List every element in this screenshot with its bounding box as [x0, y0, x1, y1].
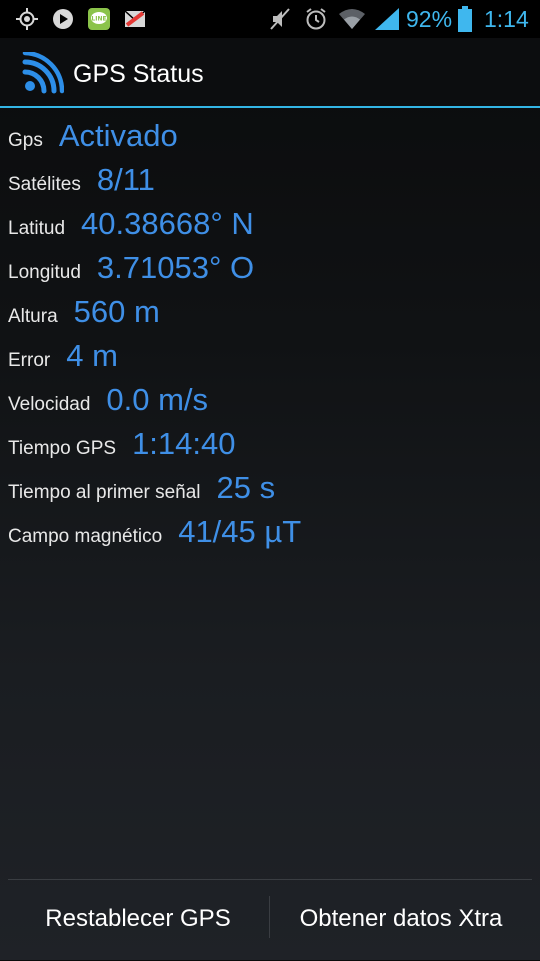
app-logo-icon: [22, 50, 65, 94]
get-xtra-data-button[interactable]: Obtener datos Xtra: [270, 880, 532, 958]
status-bar: LINE 92% 1:14: [0, 0, 540, 38]
speed-label: Velocidad: [8, 394, 91, 415]
error-value: 4 m: [66, 338, 118, 373]
satellites-label: Satélites: [8, 174, 81, 195]
row-time-to-first-fix: Tiempo al primer señal 25 s: [8, 470, 301, 514]
row-gps: Gps Activado: [8, 118, 301, 162]
row-altitude: Altura 560 m: [8, 294, 301, 338]
longitude-value: 3.71053° O: [96, 250, 255, 285]
row-latitude: Latitud 40.38668° N: [8, 206, 301, 250]
gps-time-label: Tiempo GPS: [8, 438, 117, 459]
row-longitude: Longitud 3.71053° O: [8, 250, 301, 294]
latitude-label: Latitud: [8, 218, 66, 239]
app-notification-icon: [50, 6, 76, 32]
wifi-icon: [337, 6, 367, 32]
longitude-label: Longitud: [8, 262, 81, 283]
magnetic-field-label: Campo magnético: [8, 526, 163, 547]
button-bar: Restablecer GPS Obtener datos Xtra: [8, 879, 532, 961]
signal-icon: [373, 6, 401, 32]
satellites-value: 8/11: [96, 162, 155, 197]
mail-icon: [122, 6, 148, 32]
svg-text:LINE: LINE: [91, 16, 106, 23]
app-title: GPS Status: [73, 60, 204, 88]
altitude-value: 560 m: [73, 294, 160, 329]
row-magnetic-field: Campo magnético 41/45 µT: [8, 514, 301, 558]
line-icon: LINE: [86, 6, 112, 32]
gps-icon: [14, 6, 40, 32]
row-gps-time: Tiempo GPS 1:14:40: [8, 426, 301, 470]
gps-time-value: 1:14:40: [132, 426, 236, 461]
time-to-first-fix-value: 25 s: [216, 470, 276, 505]
gps-info-list: Gps Activado Satélites 8/11 Latitud 40.3…: [8, 118, 301, 558]
row-error: Error 4 m: [8, 338, 301, 382]
row-satellites: Satélites 8/11: [8, 162, 301, 206]
reset-gps-button[interactable]: Restablecer GPS: [8, 880, 268, 958]
gps-value: Activado: [58, 118, 178, 153]
time-to-first-fix-label: Tiempo al primer señal: [8, 482, 201, 503]
error-label: Error: [8, 350, 51, 371]
clock: 1:14: [484, 6, 529, 32]
row-speed: Velocidad 0.0 m/s: [8, 382, 301, 426]
altitude-label: Altura: [8, 306, 58, 327]
alarm-icon: [303, 6, 329, 32]
magnetic-field-value: 41/45 µT: [178, 514, 302, 549]
battery-percent: 92%: [406, 6, 453, 32]
battery-icon: [456, 6, 474, 32]
latitude-value: 40.38668° N: [81, 206, 254, 241]
mute-icon: [268, 6, 292, 32]
action-bar: GPS Status: [0, 38, 540, 108]
gps-label: Gps: [8, 130, 43, 151]
speed-value: 0.0 m/s: [106, 382, 209, 417]
